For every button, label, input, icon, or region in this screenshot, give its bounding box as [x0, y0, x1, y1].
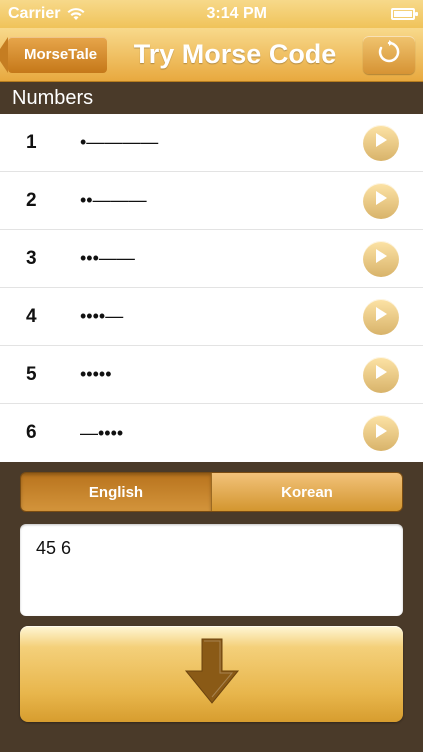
row-morse-code: —••••	[80, 422, 124, 443]
back-button[interactable]: MorseTale	[0, 36, 108, 73]
play-icon	[374, 364, 388, 385]
down-arrow-icon	[182, 637, 242, 712]
time-label: 3:14 PM	[206, 5, 267, 22]
language-segmented-control: English Korean	[20, 472, 403, 512]
row-label: 6	[26, 422, 37, 443]
row-label: 4	[26, 305, 37, 327]
list-item: 5 •••••	[0, 346, 423, 404]
refresh-icon	[376, 39, 402, 70]
play-icon	[374, 190, 388, 211]
play-button[interactable]	[363, 298, 399, 335]
converter-panel: English Korean 45 6	[0, 462, 423, 752]
row-morse-code: •••••	[80, 364, 112, 384]
convert-button[interactable]	[20, 626, 403, 722]
korean-option[interactable]: Korean	[211, 473, 402, 511]
refresh-button[interactable]	[363, 35, 415, 74]
row-label: 1	[26, 131, 37, 153]
list-item: 2 ••———	[0, 172, 423, 230]
play-icon	[374, 306, 388, 327]
battery-icon	[390, 8, 418, 20]
page-title: Try Morse Code	[133, 39, 337, 69]
status-left: Carrier	[8, 5, 86, 23]
section-header: Numbers	[0, 82, 423, 114]
play-icon	[374, 132, 388, 153]
wifi-icon	[66, 7, 86, 21]
row-morse-code: ••———	[80, 190, 147, 210]
play-icon	[374, 423, 388, 444]
row-label: 5	[26, 363, 37, 385]
row-morse-code: •••——	[80, 248, 135, 268]
carrier-label: Carrier	[8, 5, 61, 22]
list-item: 1 •————	[0, 114, 423, 172]
english-option[interactable]: English	[21, 473, 211, 511]
list-item: 6 —••••	[0, 404, 423, 462]
back-button-label: MorseTale	[24, 46, 98, 63]
row-label: 3	[26, 247, 37, 269]
play-button[interactable]	[363, 182, 399, 219]
row-label: 2	[26, 189, 37, 211]
section-title: Numbers	[12, 86, 94, 109]
status-bar: Carrier 3:14 PM	[0, 0, 423, 28]
morse-list: 1 •———— 2 ••——— 3 •••—— 4 ••••— 5 ••••• …	[0, 114, 423, 462]
play-button[interactable]	[363, 240, 399, 277]
play-button[interactable]	[363, 415, 399, 451]
row-morse-code: ••••—	[80, 306, 124, 326]
text-input[interactable]: 45 6	[20, 524, 403, 616]
navigation-bar: MorseTale Try Morse Code	[0, 28, 423, 82]
play-button[interactable]	[363, 124, 399, 161]
play-icon	[374, 248, 388, 269]
list-item: 3 •••——	[0, 230, 423, 288]
play-button[interactable]	[363, 356, 399, 393]
list-item: 4 ••••—	[0, 288, 423, 346]
row-morse-code: •————	[80, 132, 159, 152]
